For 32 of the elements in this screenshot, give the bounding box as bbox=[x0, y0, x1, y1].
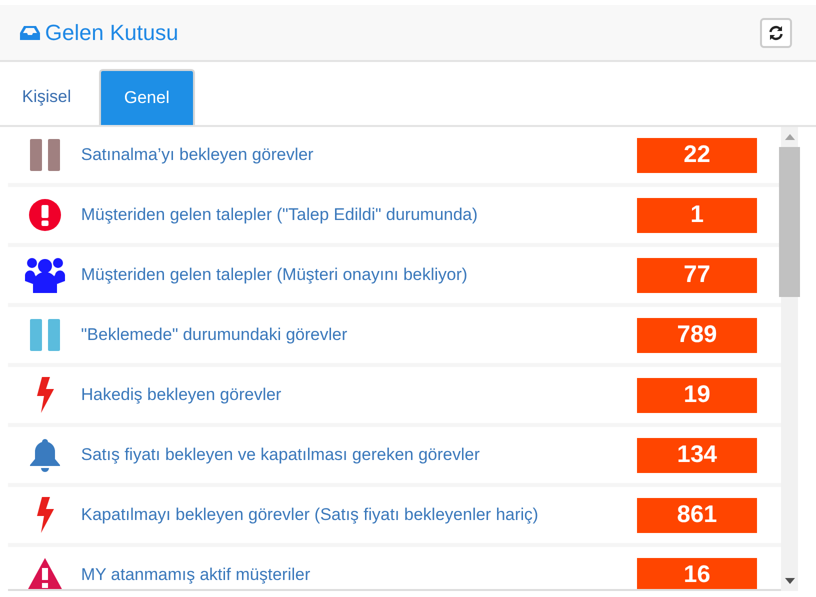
task-row[interactable]: Müşteriden gelen talepler ("Talep Edildi" durumunda) 1 bbox=[8, 187, 781, 243]
panel-title: Gelen Kutusu bbox=[45, 19, 178, 47]
task-label[interactable]: "Beklemede" durumundaki görevler bbox=[81, 322, 348, 348]
count-badge: 77 bbox=[637, 258, 757, 292]
count-badge: 789 bbox=[637, 318, 757, 352]
task-row[interactable]: MY atanmamış aktif müşteriler 16 bbox=[8, 547, 781, 589]
count-badge: 16 bbox=[637, 558, 757, 589]
inbox-icon bbox=[20, 24, 40, 40]
count-badge: 22 bbox=[637, 138, 757, 172]
task-label[interactable]: MY atanmamış aktif müşteriler bbox=[81, 562, 310, 588]
task-row[interactable]: Kapatılmayı bekleyen görevler (Satış fiyatı bekleyenler hariç) 861 bbox=[8, 487, 781, 543]
task-label[interactable]: Müşteriden gelen talepler (Müşteri onayını bekliyor) bbox=[81, 262, 468, 288]
task-label[interactable]: Müşteriden gelen talepler ("Talep Edildi" durumunda) bbox=[81, 202, 478, 228]
task-row[interactable]: "Beklemede" durumundaki görevler 789 bbox=[8, 307, 781, 363]
refresh-icon bbox=[768, 24, 784, 40]
count-badge: 19 bbox=[637, 378, 757, 412]
tab[interactable]: Kişisel bbox=[8, 69, 86, 125]
task-label[interactable]: Satınalma’yı bekleyen görevler bbox=[81, 142, 314, 168]
scrollbar[interactable] bbox=[781, 127, 798, 591]
count-badge: 134 bbox=[637, 438, 757, 472]
count-badge: 1 bbox=[637, 198, 757, 232]
task-row[interactable]: Hakediş bekleyen görevler 19 bbox=[8, 367, 781, 423]
refresh-button[interactable] bbox=[760, 18, 792, 48]
count-badge: 861 bbox=[637, 498, 757, 532]
task-row[interactable]: Satınalma’yı bekleyen görevler 22 bbox=[8, 127, 781, 183]
task-row[interactable]: Satış fiyatı bekleyen ve kapatılması gereken görevler 134 bbox=[8, 427, 781, 483]
task-row[interactable]: Müşteriden gelen talepler (Müşteri onayını bekliyor) 77 bbox=[8, 247, 781, 303]
task-label[interactable]: Satış fiyatı bekleyen ve kapatılması gereken görevler bbox=[81, 442, 480, 468]
tab[interactable]: Genel bbox=[99, 69, 194, 125]
task-label[interactable]: Hakediş bekleyen görevler bbox=[81, 382, 282, 408]
scroll-down-icon[interactable] bbox=[784, 578, 794, 584]
task-label[interactable]: Kapatılmayı bekleyen görevler (Satış fiyatı bekleyenler hariç) bbox=[81, 502, 538, 528]
